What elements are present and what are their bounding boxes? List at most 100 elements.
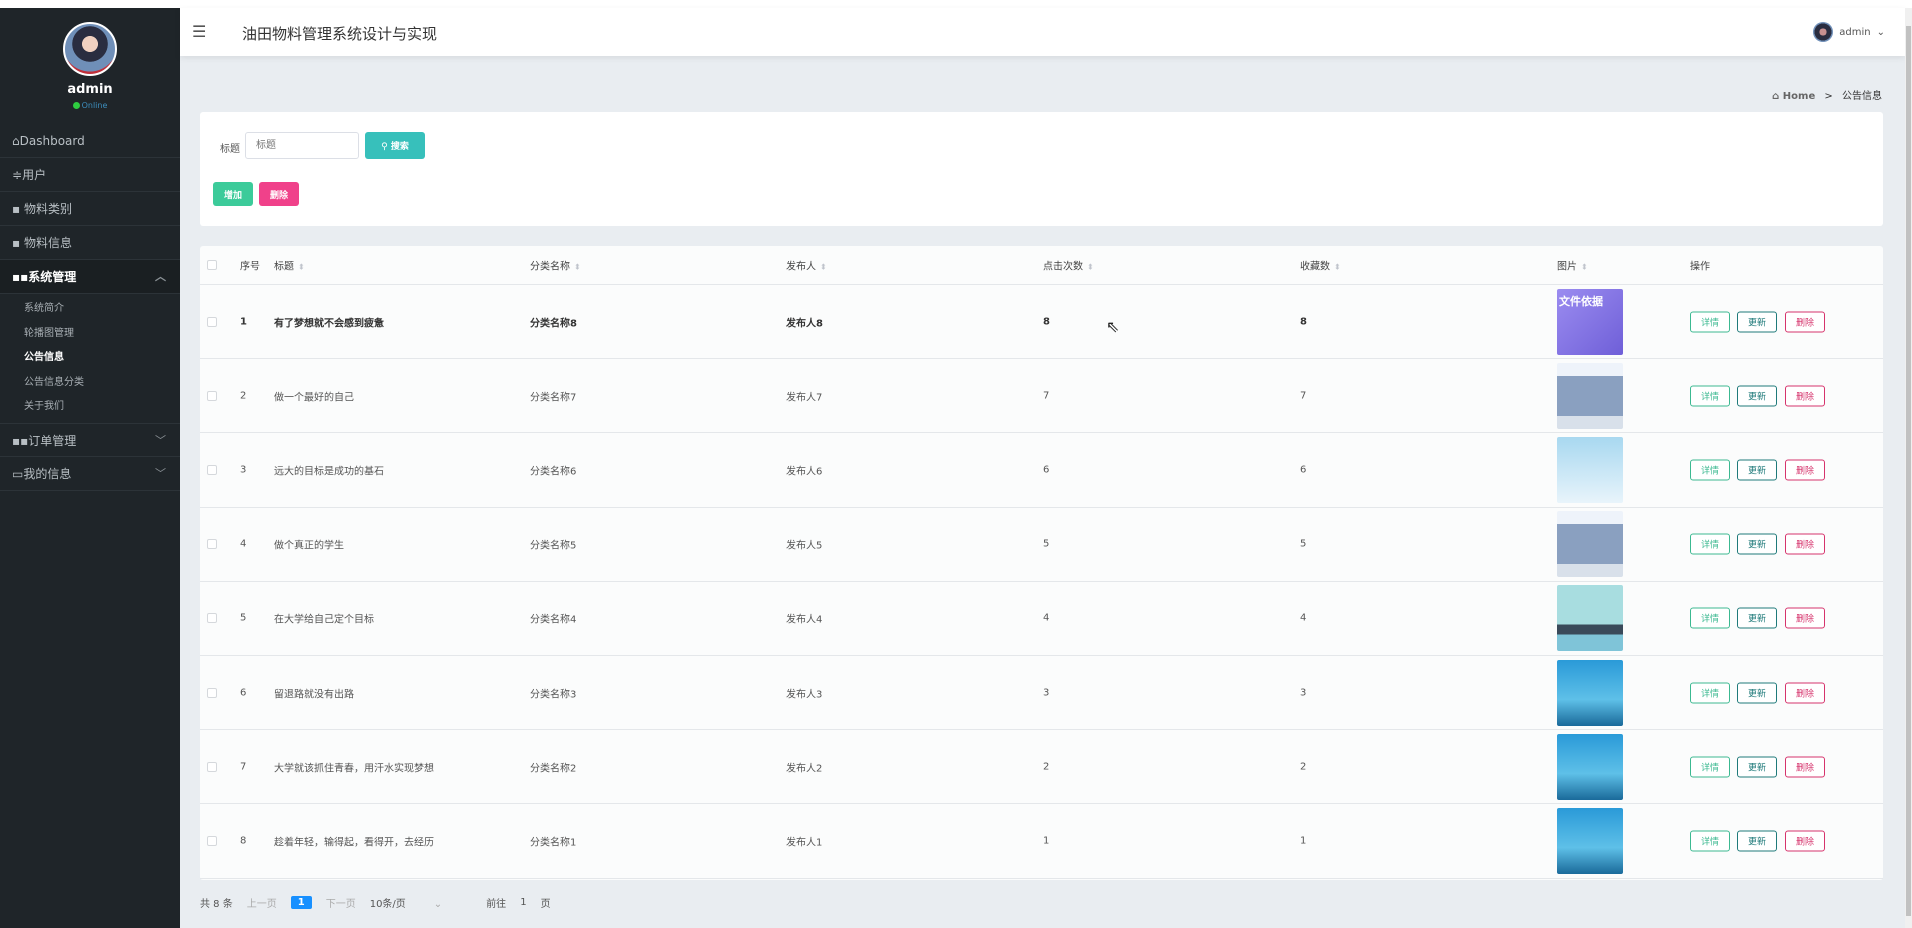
col-publisher[interactable]: 发布人 ⬍ bbox=[786, 258, 827, 273]
sort-icon: ⬍ bbox=[298, 262, 305, 272]
cell-no: 5 bbox=[240, 612, 247, 624]
col-title[interactable]: 标题 ⬍ bbox=[274, 258, 305, 273]
row-checkbox[interactable] bbox=[207, 316, 217, 327]
update-button[interactable]: 更新 bbox=[1737, 385, 1777, 407]
row-checkbox[interactable] bbox=[207, 835, 217, 846]
card-icon: ▭ bbox=[12, 466, 24, 481]
notice-thumbnail[interactable] bbox=[1557, 362, 1623, 429]
chevron-down-icon: ⌄ bbox=[433, 899, 443, 910]
col-image[interactable]: 图片 ⬍ bbox=[1557, 258, 1588, 273]
notice-thumbnail[interactable] bbox=[1557, 733, 1623, 800]
update-button[interactable]: 更新 bbox=[1737, 459, 1777, 481]
notice-thumbnail[interactable] bbox=[1557, 585, 1623, 652]
delete-button[interactable]: 删除 bbox=[1785, 607, 1825, 629]
sidebar-item-material-category[interactable]: ▪ 物料类别 bbox=[0, 192, 180, 226]
cell-publisher: 发布人7 bbox=[786, 392, 823, 404]
cell-publisher: 发布人6 bbox=[786, 466, 823, 478]
delete-button[interactable]: 删除 bbox=[1785, 385, 1825, 407]
cell-publisher: 发布人5 bbox=[786, 540, 823, 552]
bulk-delete-button[interactable]: 删除 bbox=[259, 182, 299, 206]
delete-button[interactable]: 删除 bbox=[1785, 533, 1825, 555]
submenu-notice[interactable]: 公告信息 bbox=[0, 346, 180, 371]
cell-category: 分类名称8 bbox=[530, 318, 577, 330]
cell-title: 大学就该抓住青春，用汗水实现梦想 bbox=[274, 763, 434, 775]
detail-button[interactable]: 详情 bbox=[1690, 682, 1730, 704]
col-category[interactable]: 分类名称 ⬍ bbox=[530, 258, 581, 273]
title-search-input[interactable] bbox=[245, 132, 359, 159]
cell-publisher: 发布人4 bbox=[786, 614, 823, 626]
submenu-about[interactable]: 关于我们 bbox=[0, 395, 180, 420]
cell-category: 分类名称2 bbox=[530, 763, 577, 775]
grid-icon: ▪▪ bbox=[12, 270, 29, 284]
add-button[interactable]: 增加 bbox=[213, 182, 253, 206]
chevron-up-icon: ︿ bbox=[155, 270, 166, 283]
detail-button[interactable]: 详情 bbox=[1690, 533, 1730, 555]
goto-page-input[interactable]: 1 bbox=[520, 897, 526, 908]
cell-title: 留退路就没有出路 bbox=[274, 689, 354, 701]
update-button[interactable]: 更新 bbox=[1737, 756, 1777, 778]
detail-button[interactable]: 详情 bbox=[1690, 607, 1730, 629]
submenu-notice-category[interactable]: 公告信息分类 bbox=[0, 371, 180, 396]
pagination: 共 8 条 上一页 1 下一页 10条/页 ⌄ 前往 1 页 bbox=[200, 895, 565, 910]
col-actions: 操作 bbox=[1690, 261, 1710, 273]
update-button[interactable]: 更新 bbox=[1737, 682, 1777, 704]
cell-favs: 1 bbox=[1300, 835, 1307, 847]
cell-clicks: 8 bbox=[1043, 316, 1050, 328]
table-row: 1 有了梦想就不会感到疲惫 分类名称8 发布人8 8 8 文件依据 详情 更新 … bbox=[200, 285, 1883, 360]
next-page-button[interactable]: 下一页 bbox=[326, 895, 356, 910]
page-1-button[interactable]: 1 bbox=[290, 896, 312, 909]
cell-clicks: 1 bbox=[1043, 835, 1050, 847]
submenu-carousel[interactable]: 轮播图管理 bbox=[0, 322, 180, 347]
system-submenu: 系统简介 轮播图管理 公告信息 公告信息分类 关于我们 bbox=[0, 294, 180, 423]
mouse-cursor-icon: ⇖ bbox=[1106, 317, 1120, 336]
sidebar-item-mine[interactable]: ▭我的信息 ﹀ bbox=[0, 457, 180, 491]
detail-button[interactable]: 详情 bbox=[1690, 311, 1730, 333]
update-button[interactable]: 更新 bbox=[1737, 533, 1777, 555]
row-checkbox[interactable] bbox=[207, 464, 217, 475]
page-size-select[interactable]: 10条/页 ⌄ bbox=[370, 895, 456, 910]
delete-button[interactable]: 删除 bbox=[1785, 459, 1825, 481]
search-button[interactable]: ⚲ 搜索 bbox=[365, 132, 425, 159]
select-all-checkbox[interactable] bbox=[207, 260, 217, 270]
submenu-system-intro[interactable]: 系统简介 bbox=[0, 297, 180, 322]
sidebar-item-material-info[interactable]: ▪ 物料信息 bbox=[0, 226, 180, 260]
sidebar-item-system[interactable]: ▪▪系统管理 ︿ bbox=[0, 260, 180, 294]
detail-button[interactable]: 详情 bbox=[1690, 385, 1730, 407]
delete-button[interactable]: 删除 bbox=[1785, 756, 1825, 778]
delete-button[interactable]: 删除 bbox=[1785, 830, 1825, 852]
user-avatar bbox=[1813, 22, 1834, 42]
row-checkbox[interactable] bbox=[207, 761, 217, 772]
update-button[interactable]: 更新 bbox=[1737, 830, 1777, 852]
row-checkbox[interactable] bbox=[207, 539, 217, 550]
notice-thumbnail[interactable] bbox=[1557, 807, 1623, 874]
notice-thumbnail[interactable] bbox=[1557, 511, 1623, 578]
user-menu[interactable]: admin ⌄ bbox=[1813, 22, 1885, 42]
update-button[interactable]: 更新 bbox=[1737, 607, 1777, 629]
notice-thumbnail[interactable] bbox=[1557, 436, 1623, 503]
detail-button[interactable]: 详情 bbox=[1690, 756, 1730, 778]
col-clicks[interactable]: 点击次数 ⬍ bbox=[1043, 258, 1094, 273]
menu-toggle-icon[interactable]: ☰ bbox=[192, 22, 206, 41]
sidebar-item-dashboard[interactable]: ⌂Dashboard bbox=[0, 124, 180, 158]
col-favs[interactable]: 收藏数 ⬍ bbox=[1300, 258, 1341, 273]
title-label: 标题 bbox=[220, 144, 240, 155]
sidebar-item-orders[interactable]: ▪▪订单管理 ﹀ bbox=[0, 422, 180, 457]
row-checkbox[interactable] bbox=[207, 613, 217, 624]
row-checkbox[interactable] bbox=[207, 390, 217, 401]
update-button[interactable]: 更新 bbox=[1737, 311, 1777, 333]
detail-button[interactable]: 详情 bbox=[1690, 459, 1730, 481]
detail-button[interactable]: 详情 bbox=[1690, 830, 1730, 852]
notice-thumbnail[interactable]: 文件依据 bbox=[1557, 288, 1623, 355]
grid-icon: ▪▪ bbox=[12, 433, 29, 448]
delete-button[interactable]: 删除 bbox=[1785, 311, 1825, 333]
sidebar-item-users[interactable]: ≑用户 bbox=[0, 158, 180, 192]
scrollbar-thumb[interactable] bbox=[1906, 26, 1911, 916]
cell-favs: 5 bbox=[1300, 538, 1307, 550]
breadcrumb-home[interactable]: ⌂ Home bbox=[1772, 91, 1815, 102]
page-scrollbar[interactable] bbox=[1905, 8, 1912, 928]
row-checkbox[interactable] bbox=[207, 687, 217, 698]
prev-page-button[interactable]: 上一页 bbox=[247, 895, 277, 910]
delete-button[interactable]: 删除 bbox=[1785, 682, 1825, 704]
cell-no: 1 bbox=[240, 316, 247, 328]
notice-thumbnail[interactable] bbox=[1557, 659, 1623, 726]
